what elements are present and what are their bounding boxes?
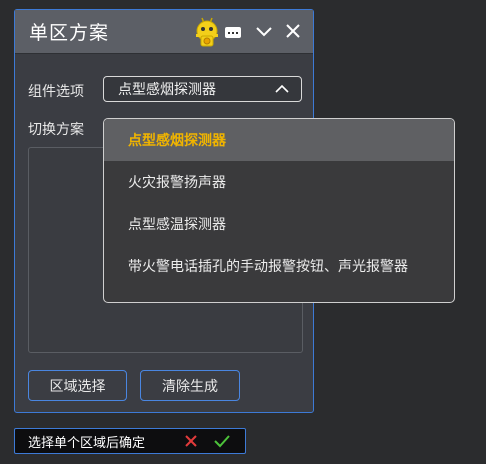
- component-select[interactable]: 点型感烟探测器: [103, 76, 302, 102]
- component-select-value: 点型感烟探测器: [118, 82, 216, 98]
- component-dropdown-menu: 点型感烟探测器 火灾报警扬声器 点型感温探测器 带火警电话插孔的手动报警按钮、声…: [103, 118, 455, 303]
- confirm-hint-bar: 选择单个区域后确定: [14, 428, 246, 454]
- collapse-chevron-icon[interactable]: [255, 22, 273, 40]
- area-select-button[interactable]: 区域选择: [28, 370, 127, 401]
- component-options-label: 组件选项: [28, 84, 84, 100]
- switch-scheme-label: 切换方案: [28, 122, 84, 138]
- dropdown-option[interactable]: 带火警电话插孔的手动报警按钮、声光报警器: [104, 245, 454, 287]
- panel-titlebar[interactable]: 单区方案: [15, 10, 313, 54]
- hint-text: 选择单个区域后确定: [28, 435, 146, 451]
- mascot-icon[interactable]: [192, 16, 222, 48]
- clear-generate-button[interactable]: 清除生成: [140, 370, 240, 401]
- panel-title: 单区方案: [29, 22, 110, 44]
- confirm-check-icon[interactable]: [214, 434, 230, 448]
- cancel-x-icon[interactable]: [184, 434, 198, 448]
- more-options-icon[interactable]: [225, 27, 241, 38]
- dropdown-option[interactable]: 点型感烟探测器: [104, 119, 454, 161]
- close-icon[interactable]: [284, 22, 302, 40]
- chevron-up-icon: [275, 84, 289, 93]
- dropdown-option[interactable]: 点型感温探测器: [104, 203, 454, 245]
- dropdown-option[interactable]: 火灾报警扬声器: [104, 161, 454, 203]
